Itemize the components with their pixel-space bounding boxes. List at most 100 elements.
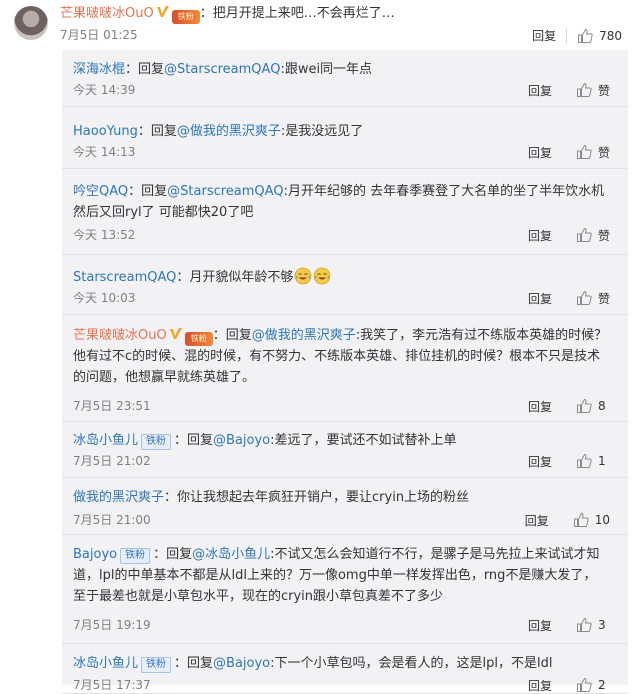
reply-text-line: 吟空QAQ：回复@StarscreamQAQ:月开年纪够的 去年春季赛登了大名单… bbox=[73, 181, 608, 223]
thumbs-up-icon[interactable] bbox=[576, 398, 592, 414]
reply-button[interactable]: 回复 bbox=[528, 290, 552, 307]
reply-text-line: StarscreamQAQ：月开貌似年龄不够 bbox=[73, 267, 608, 288]
thumbs-up-icon[interactable] bbox=[576, 144, 592, 160]
reply-prefix: ：回复 bbox=[128, 184, 168, 199]
reply-actions: 回复 1 bbox=[528, 453, 610, 469]
like-count: 赞 bbox=[597, 291, 610, 306]
thumbs-up-icon[interactable] bbox=[576, 453, 592, 469]
like-count: 2 bbox=[598, 678, 606, 692]
mention-link[interactable]: @StarscreamQAQ bbox=[164, 62, 280, 77]
thumbs-up-icon[interactable] bbox=[573, 512, 589, 528]
reply-button[interactable]: 回复 bbox=[528, 398, 552, 415]
reply-prefix: ：回复 bbox=[174, 656, 214, 671]
reply-actions: 回复 3 bbox=[528, 617, 610, 633]
main-comment-actions: 回复 780 bbox=[532, 27, 622, 44]
reply-prefix: ：回复 bbox=[125, 62, 165, 77]
verified-v-icon bbox=[156, 6, 169, 17]
fan-badge: 铁粉 bbox=[141, 434, 172, 450]
reply-time: 今天 13:52 bbox=[73, 228, 136, 242]
thumbs-up-icon[interactable] bbox=[576, 290, 592, 306]
thumbs-up-icon[interactable] bbox=[576, 617, 592, 633]
fan-medal-badge: 铁粉 bbox=[171, 10, 200, 24]
reply-item: 冰岛小鱼儿 铁粉 ：回复@Bajoyo:差远了，要试还不如试替补上单 7月5日 21:… bbox=[62, 422, 628, 478]
thumbs-up-icon[interactable] bbox=[576, 677, 592, 693]
reply-body: :是我没远见了 bbox=[280, 124, 364, 139]
reply-username[interactable]: 冰岛小鱼儿 bbox=[73, 656, 138, 671]
reply-button[interactable]: 回复 bbox=[528, 617, 552, 634]
reply-item: HaooYung：回复@做我的黑沢爽子:是我没远见了今天 14:13 回复 赞 bbox=[62, 107, 628, 169]
divider bbox=[566, 28, 568, 43]
reply-username[interactable]: 吟空QAQ bbox=[73, 184, 128, 199]
reply-body: ：月开貌似年龄不够 bbox=[176, 270, 294, 285]
reply-time: 7月5日 17:37 bbox=[73, 678, 151, 692]
reply-button[interactable]: 回复 bbox=[528, 677, 552, 694]
reply-time: 7月5日 21:02 bbox=[73, 454, 151, 468]
reply-time: 今天 14:13 bbox=[73, 145, 136, 159]
reply-actions: 回复 8 bbox=[528, 398, 610, 414]
reply-actions: 回复 2 bbox=[528, 677, 610, 693]
verified-v-icon bbox=[169, 328, 182, 339]
reply-body: :跟wei同一年点 bbox=[280, 62, 373, 77]
reply-time: 7月5日 21:00 bbox=[73, 513, 151, 527]
main-comment-time: 7月5日 01:25 bbox=[60, 28, 138, 42]
reply-body: :差远了，要试还不如试替补上单 bbox=[270, 433, 457, 448]
like-count: 8 bbox=[598, 399, 606, 413]
reply-username[interactable]: Bajoyo bbox=[73, 547, 117, 562]
reply-button[interactable]: 回复 bbox=[528, 227, 552, 244]
reply-username[interactable]: 冰岛小鱼儿 bbox=[73, 433, 138, 448]
main-comment: 芒果啵啵冰OuO 铁粉 ：把月开提上来吧…不会再烂了… 7月5日 01:25 回复 … bbox=[0, 0, 640, 48]
reply-actions: 回复 赞 bbox=[528, 290, 610, 306]
reply-button[interactable]: 回复 bbox=[528, 82, 552, 99]
main-comment-text: ：把月开提上来吧…不会再烂了… bbox=[199, 6, 395, 21]
reply-username[interactable]: HaooYung bbox=[73, 124, 138, 139]
like-count: 赞 bbox=[597, 83, 610, 98]
reply-button[interactable]: 回复 bbox=[528, 453, 552, 470]
reply-prefix: ：回复 bbox=[212, 328, 252, 343]
like-count: 赞 bbox=[597, 145, 610, 160]
reply-text-line: 深海冰棍：回复@StarscreamQAQ:跟wei同一年点 bbox=[73, 59, 608, 80]
thumbs-up-icon[interactable] bbox=[576, 227, 592, 243]
reply-item: Bajoyo 铁粉 ：回复@冰岛小鱼儿:不试又怎么会知道行不行，是骡子是马先拉上来试… bbox=[62, 535, 628, 644]
avatar[interactable] bbox=[14, 6, 48, 40]
thumbs-up-icon[interactable] bbox=[576, 82, 592, 98]
mention-link[interactable]: @Bajoyo bbox=[213, 433, 270, 448]
reply-username[interactable]: 芒果啵啵冰OuO bbox=[73, 328, 167, 343]
reply-button[interactable]: 回复 bbox=[528, 144, 552, 161]
reply-time: 今天 14:39 bbox=[73, 83, 136, 97]
reply-text-line: 冰岛小鱼儿 铁粉 ：回复@Bajoyo:差远了，要试还不如试替补上单 bbox=[73, 430, 608, 451]
fan-medal-badge: 铁粉 bbox=[184, 332, 213, 346]
reply-actions: 回复 赞 bbox=[528, 144, 610, 160]
reply-text-line: 芒果啵啵冰OuO 铁粉 ：回复@做我的黑沢爽子:我笑了，李元浩有过不练版本英雄的时候… bbox=[73, 325, 608, 388]
reply-prefix: ：回复 bbox=[137, 124, 177, 139]
like-count: 10 bbox=[594, 513, 610, 527]
reply-time: 7月5日 19:19 bbox=[73, 618, 151, 632]
mention-link[interactable]: @冰岛小鱼儿 bbox=[192, 547, 270, 562]
reply-text-line: 做我的黑沢爽子：你让我想起去年疯狂开销户，要让cryin上场的粉丝 bbox=[73, 487, 608, 508]
reply-actions: 回复 赞 bbox=[528, 82, 610, 98]
laugh-cry-emoji-icon bbox=[314, 267, 331, 285]
main-comment-line: 芒果啵啵冰OuO 铁粉 ：把月开提上来吧…不会再烂了… bbox=[60, 5, 395, 24]
mention-link[interactable]: @StarscreamQAQ bbox=[167, 184, 283, 199]
reply-actions: 回复 10 bbox=[525, 512, 610, 528]
mention-link[interactable]: @做我的黑沢爽子 bbox=[252, 328, 356, 343]
fan-badge: 铁粉 bbox=[120, 548, 151, 564]
reply-item: 吟空QAQ：回复@StarscreamQAQ:月开年纪够的 去年春季赛登了大名单… bbox=[62, 169, 628, 255]
reply-text-line: HaooYung：回复@做我的黑沢爽子:是我没远见了 bbox=[73, 121, 608, 142]
reply-username[interactable]: StarscreamQAQ bbox=[73, 270, 176, 285]
reply-body: ：你让我想起去年疯狂开销户，要让cryin上场的粉丝 bbox=[164, 490, 470, 505]
reply-username[interactable]: 做我的黑沢爽子 bbox=[73, 490, 164, 505]
like-count: 赞 bbox=[597, 228, 610, 243]
like-count: 780 bbox=[599, 28, 622, 43]
reply-item: StarscreamQAQ：月开貌似年龄不够 今天 10:03 回复 赞 bbox=[62, 255, 628, 315]
mention-link[interactable]: @做我的黑沢爽子 bbox=[177, 124, 281, 139]
reply-item: 冰岛小鱼儿 铁粉 ：回复@Bajoyo:下一个小草包吗，会是看人的，这是lpl，不是… bbox=[62, 644, 628, 694]
main-username[interactable]: 芒果啵啵冰OuO bbox=[60, 6, 154, 21]
reply-text-line: 冰岛小鱼儿 铁粉 ：回复@Bajoyo:下一个小草包吗，会是看人的，这是lpl，不是… bbox=[73, 653, 608, 674]
reply-item: 做我的黑沢爽子：你让我想起去年疯狂开销户，要让cryin上场的粉丝 7月5日 21… bbox=[62, 478, 628, 535]
reply-prefix: ：回复 bbox=[174, 433, 214, 448]
mention-link[interactable]: @Bajoyo bbox=[213, 656, 270, 671]
reply-button[interactable]: 回复 bbox=[525, 512, 549, 529]
thumbs-up-icon[interactable] bbox=[577, 28, 593, 44]
reply-button[interactable]: 回复 bbox=[532, 27, 556, 44]
reply-username[interactable]: 深海冰棍 bbox=[73, 62, 125, 77]
